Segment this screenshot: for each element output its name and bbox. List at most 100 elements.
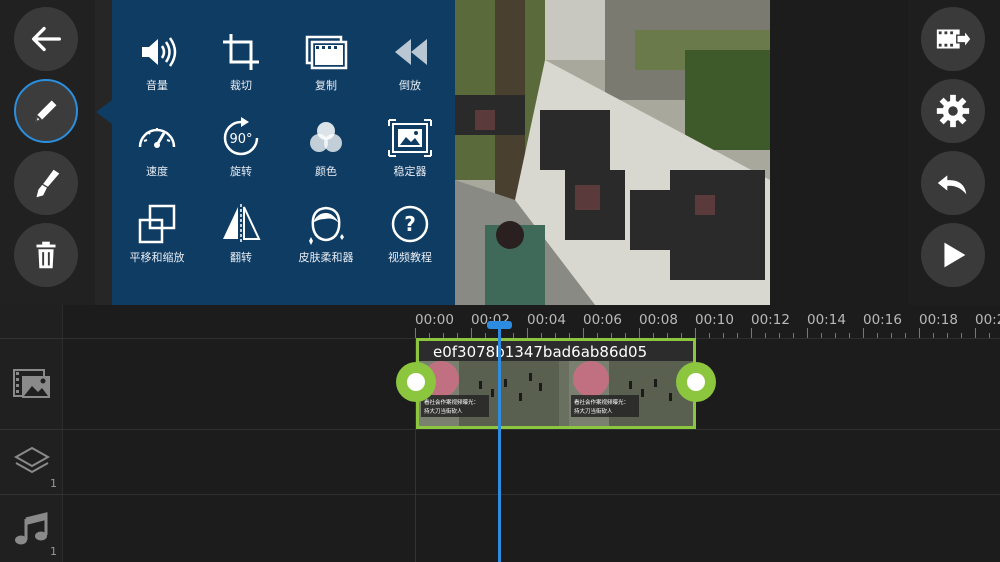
video-editor: 音量 裁切 复制 倒放 速度 90° 旋转 颜色 稳定器 平移和缩放 翻转 皮肤… <box>0 0 1000 562</box>
crop-icon <box>223 34 259 70</box>
right-toolbar <box>908 0 1000 305</box>
gear-icon <box>936 94 970 128</box>
brush-icon <box>36 169 60 198</box>
ruler-tick <box>919 328 920 338</box>
layers-icon <box>13 446 50 474</box>
thumb-caption: 持大刀当街砍人 <box>424 407 463 415</box>
tool-duplicate[interactable]: 复制 <box>283 17 369 103</box>
panel-pointer <box>96 100 112 124</box>
rewind-icon <box>395 39 427 65</box>
ruler-label: 00:14 <box>807 312 846 328</box>
tool-label: 倒放 <box>399 79 421 92</box>
film-image-icon <box>12 369 50 398</box>
audio-track-count: 1 <box>50 545 57 558</box>
ruler-tick <box>583 328 584 338</box>
play-icon <box>944 242 966 268</box>
undo-button[interactable] <box>921 151 985 215</box>
ruler-tick <box>639 328 640 338</box>
ruler-tick <box>863 328 864 338</box>
ruler-tick <box>751 328 752 338</box>
pencil-icon <box>35 100 57 122</box>
tool-skin-softener[interactable]: 皮肤柔和器 <box>283 189 369 275</box>
play-button[interactable] <box>921 223 985 287</box>
ruler-label: 00:16 <box>863 312 902 328</box>
ruler-tick <box>471 328 472 338</box>
track-headers: 1 1 <box>0 305 63 562</box>
video-track-header[interactable] <box>0 338 63 429</box>
tool-label: 旋转 <box>230 165 252 178</box>
tool-label: 裁切 <box>230 79 252 92</box>
tool-crop[interactable]: 裁切 <box>198 17 284 103</box>
playhead[interactable] <box>498 325 501 562</box>
video-clip[interactable]: e0f3078b1347bad6ab86d05 看社会作案视频曝光： 持大刀当街… <box>416 338 696 429</box>
audio-track-header[interactable]: 1 <box>0 494 63 562</box>
flip-icon <box>223 204 261 244</box>
ruler-label: 00:04 <box>527 312 566 328</box>
help-icon: ? <box>391 205 429 243</box>
tool-label: 稳定器 <box>393 165 427 178</box>
back-button[interactable] <box>14 7 78 71</box>
thumb-caption: 持大刀当街砍人 <box>574 407 613 415</box>
tool-flip[interactable]: 翻转 <box>198 189 284 275</box>
ruler-label: 00:08 <box>639 312 678 328</box>
clip-thumbnail-strip: 看社会作案视频曝光： 持大刀当街砍人 看社会作案视频曝光： 持大刀当街砍人 <box>419 361 693 426</box>
delete-button[interactable] <box>14 223 78 287</box>
music-note-icon <box>14 511 47 544</box>
tool-rotate[interactable]: 90° 旋转 <box>198 103 284 189</box>
tool-color[interactable]: 颜色 <box>283 103 369 189</box>
clip-title: e0f3078b1347bad6ab86d05 <box>433 343 648 361</box>
ruler-tick <box>807 328 808 338</box>
color-icon <box>310 122 342 152</box>
tool-volume[interactable]: 音量 <box>114 17 200 103</box>
settings-button[interactable] <box>921 79 985 143</box>
clip-thumbnails: 看社会作案视频曝光： 持大刀当街砍人 看社会作案视频曝光： 持大刀当街砍人 <box>419 361 693 426</box>
tool-label: 视频教程 <box>388 251 432 264</box>
rotate-degree-text: 90° <box>229 132 252 147</box>
ruler-label: 00:10 <box>695 312 734 328</box>
tool-pan-zoom[interactable]: 平移和缩放 <box>114 189 200 275</box>
effects-button[interactable] <box>14 151 78 215</box>
rotate-icon: 90° <box>223 117 259 156</box>
lane-divider <box>63 494 1000 495</box>
export-button[interactable] <box>921 7 985 71</box>
tool-reverse[interactable]: 倒放 <box>367 17 453 103</box>
stabilizer-icon <box>388 119 432 157</box>
skin-softener-icon <box>309 206 344 245</box>
ruler-label: 00:18 <box>919 312 958 328</box>
arrow-left-icon <box>31 26 61 52</box>
tool-label: 平移和缩放 <box>129 251 185 264</box>
video-frame-image <box>455 0 770 305</box>
ruler-label: 00:06 <box>583 312 622 328</box>
tool-tutorial[interactable]: ? 视频教程 <box>367 189 453 275</box>
clip-trim-start-handle[interactable] <box>396 362 436 402</box>
tool-stabilizer[interactable]: 稳定器 <box>367 103 453 189</box>
tool-label: 速度 <box>146 165 168 178</box>
video-preview[interactable] <box>455 0 770 305</box>
film-export-icon <box>936 28 972 50</box>
trash-icon <box>36 241 56 269</box>
volume-icon <box>142 37 177 67</box>
layer-track-count: 1 <box>50 477 57 490</box>
layer-track-header[interactable]: 1 <box>0 429 63 494</box>
tool-speed[interactable]: 速度 <box>114 103 200 189</box>
panel-gap <box>95 0 112 305</box>
clip-trim-end-handle[interactable] <box>676 362 716 402</box>
ruler-label: 00:20 <box>975 312 1000 328</box>
lane-divider <box>63 429 1000 430</box>
tool-label: 音量 <box>146 79 168 92</box>
ruler-tick <box>415 328 416 338</box>
ruler-label: 00:12 <box>751 312 790 328</box>
left-toolbar <box>0 0 95 305</box>
tool-label: 复制 <box>315 79 337 92</box>
thumb-caption: 看社会作案视频曝光： <box>424 398 479 406</box>
tool-label: 颜色 <box>315 165 337 178</box>
tool-label: 皮肤柔和器 <box>298 251 354 264</box>
thumb-caption: 看社会作案视频曝光： <box>574 398 629 406</box>
ruler-label: 00:00 <box>415 312 454 328</box>
svg-text:?: ? <box>404 212 416 236</box>
pan-zoom-icon <box>138 204 176 244</box>
speedometer-icon <box>138 128 176 148</box>
ruler-tick <box>975 328 976 338</box>
undo-icon <box>937 175 967 195</box>
edit-button[interactable] <box>14 79 78 143</box>
